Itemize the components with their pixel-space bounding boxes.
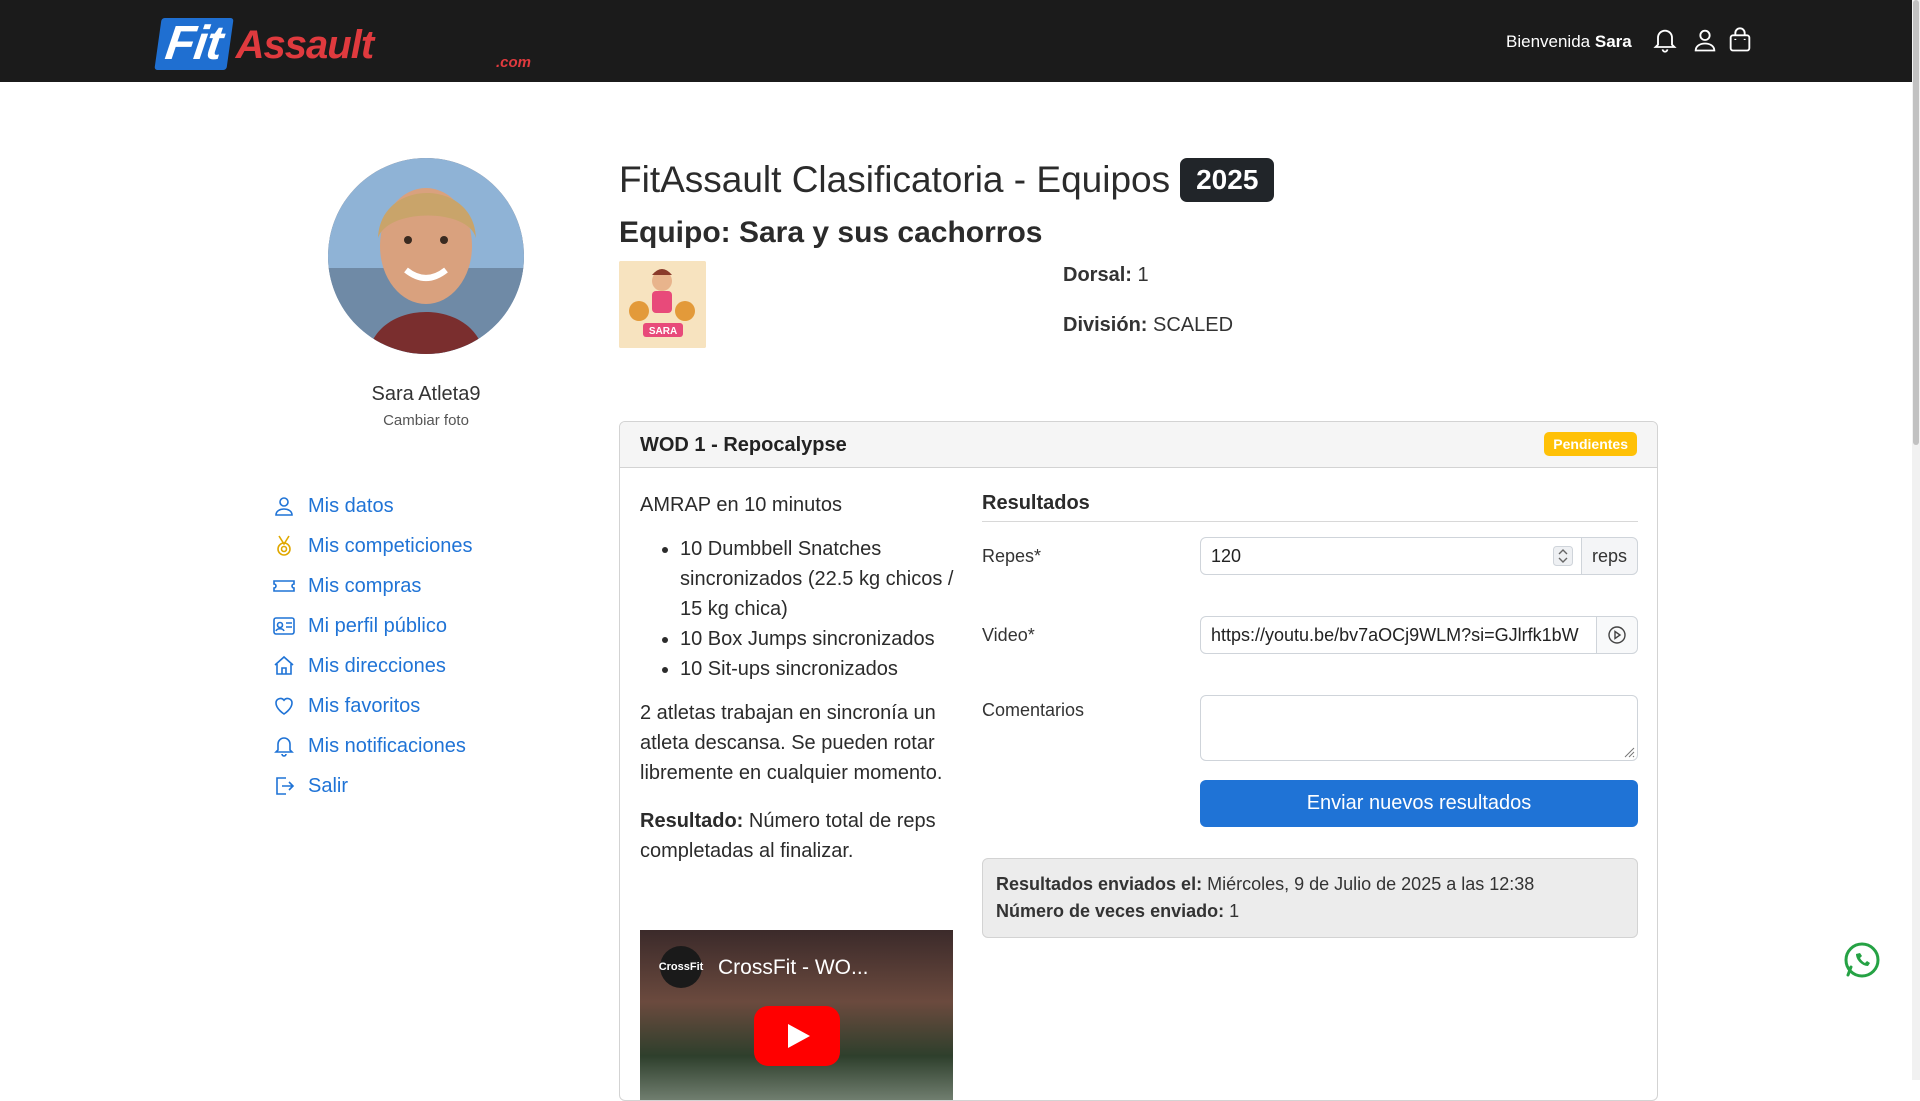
medal-icon <box>277 535 291 556</box>
reps-label: Repes* <box>982 546 1042 566</box>
profile-avatar <box>328 158 524 354</box>
house-icon <box>274 655 294 675</box>
wod-description: AMRAP en 10 minutos 10 Dumbbell Snatches… <box>640 490 956 884</box>
page-scrollbar[interactable] <box>1912 0 1920 1080</box>
scrollbar-thumb[interactable] <box>1913 0 1919 445</box>
wod-card-header: WOD 1 - Repocalypse Pendientes <box>620 422 1657 468</box>
reps-value: 120 <box>1211 545 1242 566</box>
play-circle-icon <box>1608 626 1626 644</box>
play-video-button[interactable] <box>1596 616 1638 654</box>
submission-info: Resultados enviados el: Miércoles, 9 de … <box>982 858 1638 938</box>
menu-item-mis-notificaciones[interactable]: Mis notificaciones <box>272 726 473 766</box>
top-navbar: Fit Assault .com Bienvenida Sara <box>0 0 1920 82</box>
channel-avatar: CrossFit <box>659 946 703 988</box>
comments-textarea[interactable] <box>1200 695 1638 761</box>
competition-title: FitAssault Clasificatoria - Equipos 2025 <box>619 158 1275 202</box>
result-label: Resultado: <box>640 810 744 832</box>
menu-item-mis-favoritos[interactable]: Mis favoritos <box>272 686 473 726</box>
menu-item-mis-competiciones[interactable]: Mis competiciones <box>272 526 473 566</box>
menu-label: Mis competiciones <box>308 534 473 557</box>
video-url-value: https://youtu.be/bv7aOCj9WLM?si=GJlrfk1b… <box>1211 624 1579 645</box>
movement-list: 10 Dumbbell Snatches sincronizados (22.5… <box>680 534 956 684</box>
team-title: Equipo: Sara y sus cachorros <box>619 216 1043 249</box>
logo-assault: Assault <box>235 23 374 67</box>
submission-date-row: Resultados enviados el: Miércoles, 9 de … <box>996 871 1624 898</box>
bell-icon[interactable] <box>1651 26 1679 54</box>
account-menu: Mis datos Mis competiciones Mis compras … <box>272 486 473 806</box>
video-url-input[interactable]: https://youtu.be/bv7aOCj9WLM?si=GJlrfk1b… <box>1200 616 1597 654</box>
status-badge: Pendientes <box>1544 432 1637 456</box>
menu-item-salir[interactable]: Salir <box>272 766 473 806</box>
ticket-icon <box>273 580 295 592</box>
submission-count-row: Número de veces enviado: 1 <box>996 898 1624 925</box>
youtube-video-thumbnail[interactable]: CrossFit CrossFit - WO... <box>640 930 953 1100</box>
menu-item-mis-compras[interactable]: Mis compras <box>272 566 473 606</box>
dorsal-label: Dorsal: <box>1063 264 1132 286</box>
youtube-play-icon[interactable] <box>754 1006 840 1066</box>
whatsapp-icon[interactable] <box>1842 940 1882 980</box>
reps-unit-addon: reps <box>1581 537 1638 575</box>
logo-fit: Fit <box>154 17 234 70</box>
heart-icon <box>275 697 293 715</box>
sent-label: Resultados enviados el: <box>996 874 1203 894</box>
list-item: 10 Sit-ups sincronizados <box>680 654 956 684</box>
video-title: CrossFit - WO... <box>718 956 869 979</box>
dorsal-info: Dorsal: 1 <box>1063 264 1149 287</box>
count-label: Número de veces enviado: <box>996 901 1225 921</box>
division-label: División: <box>1063 314 1148 336</box>
menu-label: Mis notificaciones <box>308 734 466 757</box>
video-label: Video* <box>982 625 1035 645</box>
submit-results-button[interactable]: Enviar nuevos resultados <box>1200 780 1638 827</box>
wod-title: WOD 1 - Repocalypse <box>640 434 847 456</box>
welcome-prefix: Bienvenida <box>1506 32 1591 51</box>
year-badge: 2025 <box>1180 158 1275 202</box>
menu-label: Mis datos <box>308 494 394 517</box>
list-item: 10 Box Jumps sincronizados <box>680 624 956 654</box>
menu-item-mis-direcciones[interactable]: Mis direcciones <box>272 646 473 686</box>
sent-value: Miércoles, 9 de Julio de 2025 a las 12:3… <box>1207 874 1535 894</box>
change-photo-link[interactable]: Cambiar foto <box>326 412 526 429</box>
number-spinner-icon[interactable] <box>1553 546 1573 566</box>
id-card-icon <box>273 617 295 635</box>
avatar-illustration <box>328 158 524 354</box>
team-logo-text: SARA <box>649 326 677 337</box>
logo-com: .com <box>496 54 532 71</box>
count-value: 1 <box>1229 901 1240 921</box>
resize-handle-icon[interactable] <box>1621 744 1635 758</box>
wod-result-text: Resultado: Número total de reps completa… <box>640 806 956 866</box>
menu-item-mis-datos[interactable]: Mis datos <box>272 486 473 526</box>
team-logo: SARA <box>619 261 706 348</box>
menu-item-perfil-publico[interactable]: Mi perfil público <box>272 606 473 646</box>
wod-intro: AMRAP en 10 minutos <box>640 494 842 516</box>
wod-note: 2 atletas trabajan en sincronía un atlet… <box>640 702 943 784</box>
user-icon <box>275 497 293 516</box>
welcome-text: Bienvenida Sara <box>1506 32 1632 52</box>
menu-label: Mis favoritos <box>308 694 421 717</box>
division-value: SCALED <box>1153 314 1234 336</box>
fitassault-logo[interactable]: Fit Assault .com <box>154 12 531 71</box>
menu-label: Mis direcciones <box>308 654 446 677</box>
team-logo-illustration: SARA <box>619 261 706 348</box>
reps-input[interactable]: 120 <box>1200 537 1582 575</box>
menu-label: Salir <box>308 774 349 797</box>
profile-name: Sara Atleta9 <box>371 383 481 405</box>
welcome-name: Sara <box>1594 32 1632 51</box>
division-info: División: SCALED <box>1063 314 1233 337</box>
results-heading: Resultados <box>982 492 1638 522</box>
user-icon[interactable] <box>1691 26 1719 54</box>
comments-label: Comentarios <box>982 700 1085 720</box>
list-item: 10 Dumbbell Snatches sincronizados (22.5… <box>680 534 956 624</box>
logout-icon <box>276 777 295 795</box>
menu-label: Mi perfil público <box>308 614 447 637</box>
dorsal-value: 1 <box>1137 264 1149 286</box>
wod-card: WOD 1 - Repocalypse Pendientes AMRAP en … <box>619 421 1658 1101</box>
shopping-bag-icon[interactable] <box>1726 26 1754 54</box>
bell-icon <box>274 737 294 757</box>
competition-name: FitAssault Clasificatoria - Equipos <box>619 159 1171 200</box>
menu-label: Mis compras <box>308 574 422 597</box>
